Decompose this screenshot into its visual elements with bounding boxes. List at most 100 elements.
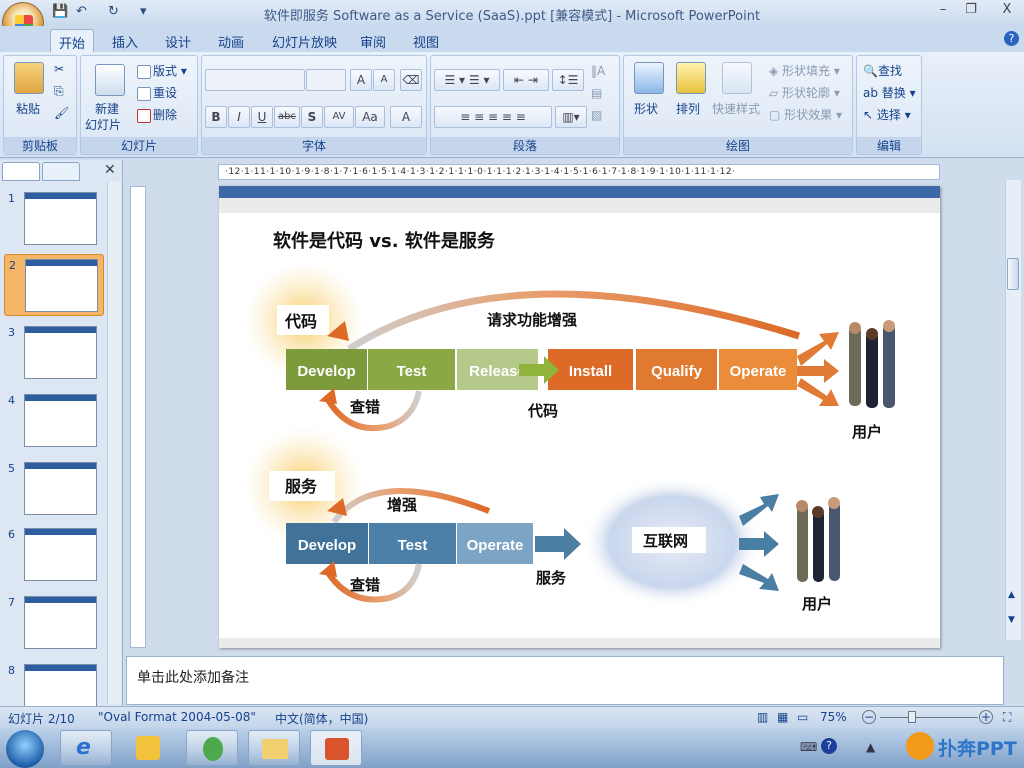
font-size-select[interactable] bbox=[306, 69, 346, 91]
clear-format-button[interactable]: ⌫ bbox=[400, 69, 422, 91]
view-normal-icon[interactable]: ▥ bbox=[757, 710, 768, 724]
cut-icon[interactable]: ✂ bbox=[54, 62, 64, 76]
shrink-font-button[interactable]: A bbox=[373, 69, 395, 91]
shape-outline-button[interactable]: ▱ 形状轮廓 ▾ bbox=[769, 84, 840, 101]
font-color-button[interactable]: A bbox=[390, 106, 422, 128]
start-button[interactable] bbox=[6, 730, 44, 768]
paste-button[interactable]: 粘贴 bbox=[16, 100, 40, 117]
shape-effects-button[interactable]: ▢ 形状效果 ▾ bbox=[769, 106, 842, 123]
copy-icon[interactable]: ⎘ bbox=[54, 84, 64, 99]
slide-thumbnail[interactable]: 4 bbox=[4, 390, 104, 452]
strikethrough-button[interactable]: abc bbox=[274, 106, 300, 128]
bullets-button[interactable]: ☰ ▾ ☰ ▾ bbox=[434, 69, 500, 91]
outline-tab[interactable] bbox=[42, 162, 80, 181]
next-slide-icon[interactable]: ▼ bbox=[1008, 615, 1015, 625]
slide-scrollbar[interactable]: ▲ ▼ bbox=[1005, 180, 1021, 640]
restore-button[interactable]: ❐ bbox=[960, 2, 982, 17]
taskbar-messenger-icon[interactable] bbox=[186, 730, 238, 766]
select-button[interactable]: ↖ 选择 ▾ bbox=[863, 106, 911, 123]
slides-pane-scrollbar[interactable] bbox=[107, 182, 121, 704]
align-text-icon[interactable]: ▤ bbox=[591, 86, 602, 100]
change-case-button[interactable]: Aa bbox=[355, 106, 385, 128]
taskbar-explorer-icon[interactable] bbox=[248, 730, 300, 766]
reset-button[interactable]: 重设 bbox=[137, 84, 177, 101]
tab-view[interactable]: 视图 bbox=[405, 29, 447, 52]
zoom-slider[interactable] bbox=[880, 717, 978, 718]
shapes-button[interactable]: 形状 bbox=[634, 100, 658, 117]
prev-slide-icon[interactable]: ▲ bbox=[1008, 590, 1015, 600]
tab-review[interactable]: 审阅 bbox=[352, 29, 394, 52]
notes-pane[interactable]: 单击此处添加备注 bbox=[126, 656, 1004, 705]
tab-design[interactable]: 设计 bbox=[157, 29, 199, 52]
tab-slideshow[interactable]: 幻灯片放映 bbox=[264, 29, 345, 52]
slide-thumbnail[interactable]: 3 bbox=[4, 322, 104, 384]
zoom-level[interactable]: 75% bbox=[820, 710, 847, 724]
thumbnail-image bbox=[25, 259, 98, 312]
status-bar: 幻灯片 2/10 "Oval Format 2004-05-08" 中文(简体，… bbox=[0, 706, 1024, 728]
service-stage-label: Operate bbox=[467, 537, 524, 554]
redo-icon[interactable]: ↻ bbox=[108, 4, 119, 19]
smartart-icon[interactable]: ▧ bbox=[591, 108, 602, 122]
slide-thumbnail[interactable]: 7 bbox=[4, 592, 104, 654]
underline-button[interactable]: U bbox=[251, 106, 273, 128]
layout-button[interactable]: 版式 ▾ bbox=[137, 62, 187, 79]
slide-thumbnail[interactable]: 2 bbox=[4, 254, 104, 316]
layout-label: 版式 bbox=[153, 64, 178, 78]
format-painter-icon[interactable]: 🖌 bbox=[54, 106, 69, 120]
zoom-slider-thumb[interactable] bbox=[908, 711, 916, 723]
code-stage-label: Test bbox=[397, 363, 427, 380]
view-sorter-icon[interactable]: ▦ bbox=[777, 710, 788, 724]
slide-thumbnail[interactable]: 5 bbox=[4, 458, 104, 520]
undo-icon[interactable]: ↶ bbox=[76, 4, 87, 19]
find-button[interactable]: 🔍查找 bbox=[863, 62, 902, 79]
tab-home[interactable]: 开始 bbox=[50, 29, 95, 52]
arrange-button[interactable]: 排列 bbox=[676, 100, 700, 117]
text-direction-icon[interactable]: ‖A bbox=[591, 64, 605, 78]
shadow-button[interactable]: S bbox=[301, 106, 323, 128]
slide-number: 3 bbox=[8, 326, 15, 339]
bold-button[interactable]: B bbox=[205, 106, 227, 128]
fit-window-icon[interactable]: ⛶ bbox=[1003, 710, 1011, 725]
replace-button[interactable]: ab 替换 ▾ bbox=[863, 84, 916, 101]
slide-canvas[interactable]: 软件是代码 vs. 软件是服务 代码 请求功能增强 Develop Test Rel… bbox=[219, 186, 940, 648]
tab-animations[interactable]: 动画 bbox=[210, 29, 252, 52]
close-pane-icon[interactable]: ✕ bbox=[104, 162, 116, 178]
taskbar-powerpoint-icon[interactable] bbox=[310, 730, 362, 766]
new-slide-dropdown[interactable]: 幻灯片 bbox=[85, 116, 121, 133]
shape-fill-button[interactable]: ◈ 形状填充 ▾ bbox=[769, 62, 840, 79]
keyboard-tray-icon[interactable]: ⌨ bbox=[800, 740, 817, 754]
save-icon[interactable]: 💾 bbox=[52, 4, 68, 19]
view-slideshow-icon[interactable]: ▭ bbox=[797, 710, 808, 724]
language-indicator[interactable]: 中文(简体，中国) bbox=[275, 710, 368, 727]
close-button[interactable]: X bbox=[996, 2, 1018, 17]
slide-thumbnail[interactable]: 1 bbox=[4, 188, 104, 250]
indent-buttons[interactable]: ⇤ ⇥ bbox=[503, 69, 549, 91]
zoom-out-button[interactable]: − bbox=[862, 710, 876, 724]
reset-icon bbox=[137, 86, 151, 101]
italic-button[interactable]: I bbox=[228, 106, 250, 128]
taskbar-outlook-icon[interactable] bbox=[122, 730, 174, 766]
font-name-select[interactable] bbox=[205, 69, 305, 91]
char-spacing-button[interactable]: AV bbox=[324, 106, 354, 128]
zoom-in-button[interactable]: + bbox=[979, 710, 993, 724]
tab-insert[interactable]: 插入 bbox=[104, 29, 146, 52]
customize-qat-icon[interactable]: ▾ bbox=[140, 4, 147, 19]
quick-styles-button[interactable]: 快速样式 bbox=[712, 100, 760, 117]
slide-thumbnail[interactable]: 6 bbox=[4, 524, 104, 586]
quick-styles-icon bbox=[722, 62, 752, 94]
taskbar-ie-icon[interactable]: e bbox=[60, 730, 112, 766]
new-slide-button[interactable]: 新建 bbox=[95, 100, 119, 117]
show-hidden-icons[interactable]: ▲ bbox=[866, 740, 875, 754]
help-tray-icon[interactable]: ? bbox=[821, 738, 837, 754]
ribbon: 粘贴 ✂ ⎘ 🖌 剪贴板 新建 幻灯片 版式 ▾ 重设 删除 幻灯片 A A ⌫… bbox=[0, 52, 1024, 158]
delete-button[interactable]: 删除 bbox=[137, 106, 177, 123]
minimize-button[interactable]: – bbox=[932, 2, 954, 17]
scrollbar-thumb[interactable] bbox=[1007, 258, 1019, 290]
group-label: 幻灯片 bbox=[81, 137, 197, 154]
grow-font-button[interactable]: A bbox=[350, 69, 372, 91]
align-buttons[interactable]: ≡ ≡ ≡ ≡ ≡ bbox=[434, 106, 552, 128]
line-spacing-button[interactable]: ↕☰ bbox=[552, 69, 584, 91]
columns-button[interactable]: ▥▾ bbox=[555, 106, 587, 128]
help-icon[interactable]: ? bbox=[1004, 31, 1019, 46]
slides-tab[interactable] bbox=[2, 162, 40, 181]
